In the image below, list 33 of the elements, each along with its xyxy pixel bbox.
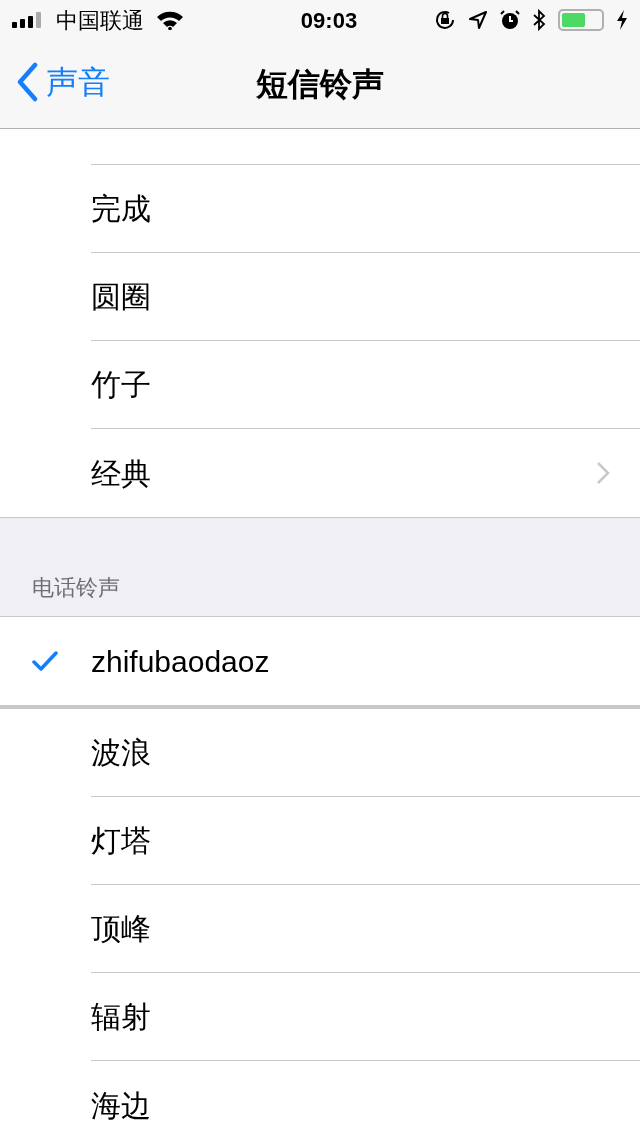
tone-row[interactable]: 圆圈 — [0, 253, 640, 341]
tone-row[interactable]: 经典 — [0, 429, 640, 517]
tone-row[interactable]: zhifubaodaoz — [0, 617, 640, 705]
tone-name: 竹子 — [91, 367, 152, 403]
chevron-icon — [596, 461, 610, 485]
page-title: 短信铃声 — [256, 65, 384, 104]
back-button[interactable]: 声音 — [16, 58, 110, 106]
tone-name: 经典 — [91, 455, 152, 492]
tone-name: 波浪 — [91, 735, 152, 771]
carrier-name: 中国联通 — [56, 6, 144, 35]
rotation-lock-icon — [434, 9, 456, 31]
tone-row[interactable]: 海边 — [0, 1061, 640, 1136]
tone-row[interactable]: 灯塔 — [0, 797, 640, 885]
tone-row[interactable]: 辐射 — [0, 973, 640, 1061]
tone-row[interactable]: 竹子 — [0, 341, 640, 429]
tone-name: 海边 — [91, 1087, 152, 1124]
alarm-icon — [500, 10, 520, 30]
tone-name: 顶峰 — [91, 911, 152, 947]
tone-name: zhifubaodaoz — [91, 643, 271, 680]
section-header: 电话铃声 — [32, 574, 120, 602]
tone-row[interactable]: 波浪 — [0, 709, 640, 797]
clock-time: 09:03 — [299, 6, 358, 35]
tone-name: 圆圈 — [91, 279, 152, 315]
tone-name: 灯塔 — [91, 823, 152, 859]
wifi-icon — [156, 10, 184, 30]
charging-bolt-icon — [616, 10, 628, 30]
back-chevron-icon — [16, 62, 38, 102]
tone-row[interactable]: 顶峰 — [0, 885, 640, 973]
tone-name: 辐射 — [91, 999, 152, 1035]
tone-row[interactable]: 完成 — [0, 165, 640, 253]
location-icon — [468, 10, 488, 30]
bluetooth-icon — [532, 9, 546, 31]
tone-name: 完成 — [91, 191, 152, 227]
